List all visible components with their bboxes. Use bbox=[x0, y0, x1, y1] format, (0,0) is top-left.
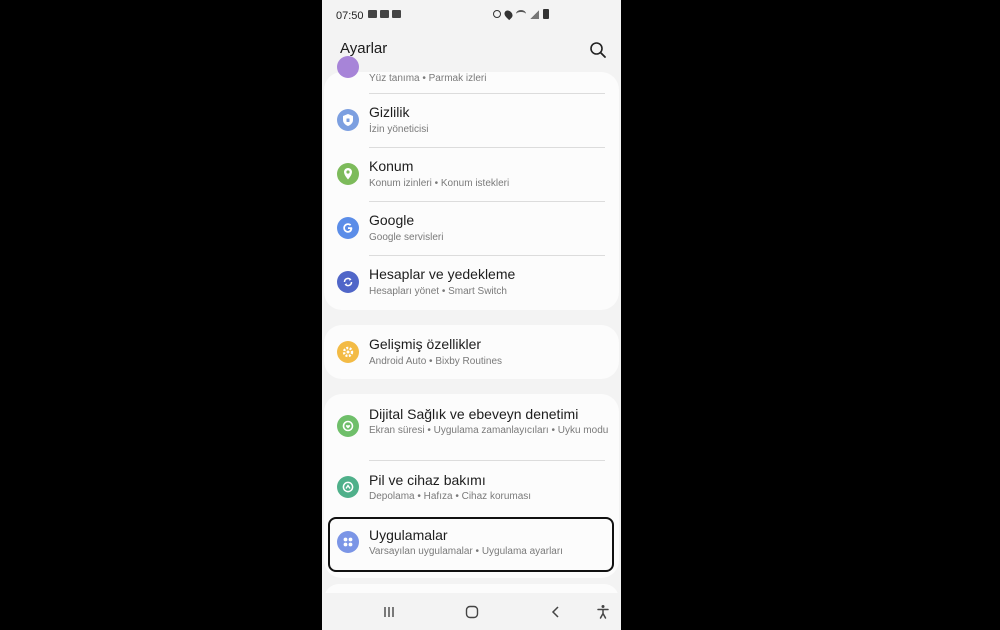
app-header: Ayarlar bbox=[322, 32, 621, 72]
status-bar: 07:50 bbox=[322, 0, 621, 32]
navigation-bar bbox=[322, 593, 621, 630]
settings-item-accounts[interactable]: Hesaplar ve yedekleme Hesapları yönet • … bbox=[324, 256, 619, 310]
system-icons bbox=[493, 8, 549, 20]
settings-card-security: Yüz tanıma • Parmak izleri Gizlilik İzin… bbox=[324, 56, 619, 310]
settings-card-advanced: Gelişmiş özellikler Android Auto • Bixby… bbox=[324, 325, 619, 379]
notification-icon bbox=[392, 10, 401, 18]
accessibility-icon[interactable] bbox=[592, 601, 614, 623]
wellbeing-icon bbox=[337, 415, 359, 437]
settings-item-advanced-features[interactable]: Gelişmiş özellikler Android Auto • Bixby… bbox=[324, 325, 619, 379]
settings-item-google[interactable]: Google Google servisleri bbox=[324, 202, 619, 256]
settings-item-privacy[interactable]: Gizlilik İzin yöneticisi bbox=[324, 94, 619, 148]
recents-icon[interactable] bbox=[378, 601, 400, 623]
settings-item-title: Hesaplar ve yedekleme bbox=[369, 266, 516, 282]
settings-item-subtitle: Konum izinleri • Konum istekleri bbox=[369, 178, 510, 189]
page-title: Ayarlar bbox=[340, 40, 388, 57]
notification-icons bbox=[368, 10, 401, 18]
signal-icon bbox=[530, 9, 539, 19]
settings-item-subtitle: Android Auto • Bixby Routines bbox=[369, 356, 503, 367]
settings-item-title: Pil ve cihaz bakımı bbox=[369, 472, 486, 488]
selection-highlight bbox=[328, 517, 614, 572]
location-icon bbox=[337, 163, 359, 185]
settings-item-location[interactable]: Konum Konum izinleri • Konum istekleri bbox=[324, 148, 619, 202]
sync-icon bbox=[337, 271, 359, 293]
wifi-icon bbox=[516, 10, 526, 18]
settings-item-title: Google bbox=[369, 212, 415, 228]
biometrics-icon bbox=[337, 56, 359, 78]
settings-item-title: Gelişmiş özellikler bbox=[369, 336, 482, 352]
settings-item-title: Dijital Sağlık ve ebeveyn denetimi bbox=[369, 406, 579, 422]
search-icon[interactable] bbox=[588, 40, 608, 60]
notification-icon bbox=[368, 10, 377, 18]
settings-item-subtitle: Google servisleri bbox=[369, 232, 444, 243]
settings-item-subtitle: İzin yöneticisi bbox=[369, 124, 429, 135]
device-care-icon bbox=[337, 476, 359, 498]
location-status-icon bbox=[502, 8, 515, 20]
video-icon bbox=[380, 10, 389, 18]
alarm-icon bbox=[493, 10, 501, 18]
battery-icon bbox=[543, 9, 549, 19]
settings-item-subtitle: Hesapları yönet • Smart Switch bbox=[369, 286, 507, 297]
home-icon[interactable] bbox=[461, 601, 483, 623]
settings-item-subtitle: Yüz tanıma • Parmak izleri bbox=[369, 73, 487, 84]
back-icon[interactable] bbox=[545, 601, 567, 623]
settings-item-subtitle: Ekran süresi • Uygulama zamanlayıcıları … bbox=[369, 425, 609, 436]
gear-plus-icon bbox=[337, 341, 359, 363]
settings-item-biometrics[interactable]: Yüz tanıma • Parmak izleri bbox=[324, 56, 619, 94]
settings-item-subtitle: Depolama • Hafıza • Cihaz koruması bbox=[369, 491, 532, 502]
settings-item-digital-wellbeing[interactable]: Dijital Sağlık ve ebeveyn denetimi Ekran… bbox=[324, 394, 619, 460]
shield-icon bbox=[337, 109, 359, 131]
status-time: 07:50 bbox=[336, 10, 364, 22]
phone-screen: 07:50 Ayarlar Yüz tanıma • Parmak izleri bbox=[322, 0, 621, 630]
settings-item-title: Gizlilik bbox=[369, 104, 410, 120]
settings-item-title: Konum bbox=[369, 158, 414, 174]
google-icon bbox=[337, 217, 359, 239]
settings-item-device-care[interactable]: Pil ve cihaz bakımı Depolama • Hafıza • … bbox=[324, 461, 619, 515]
